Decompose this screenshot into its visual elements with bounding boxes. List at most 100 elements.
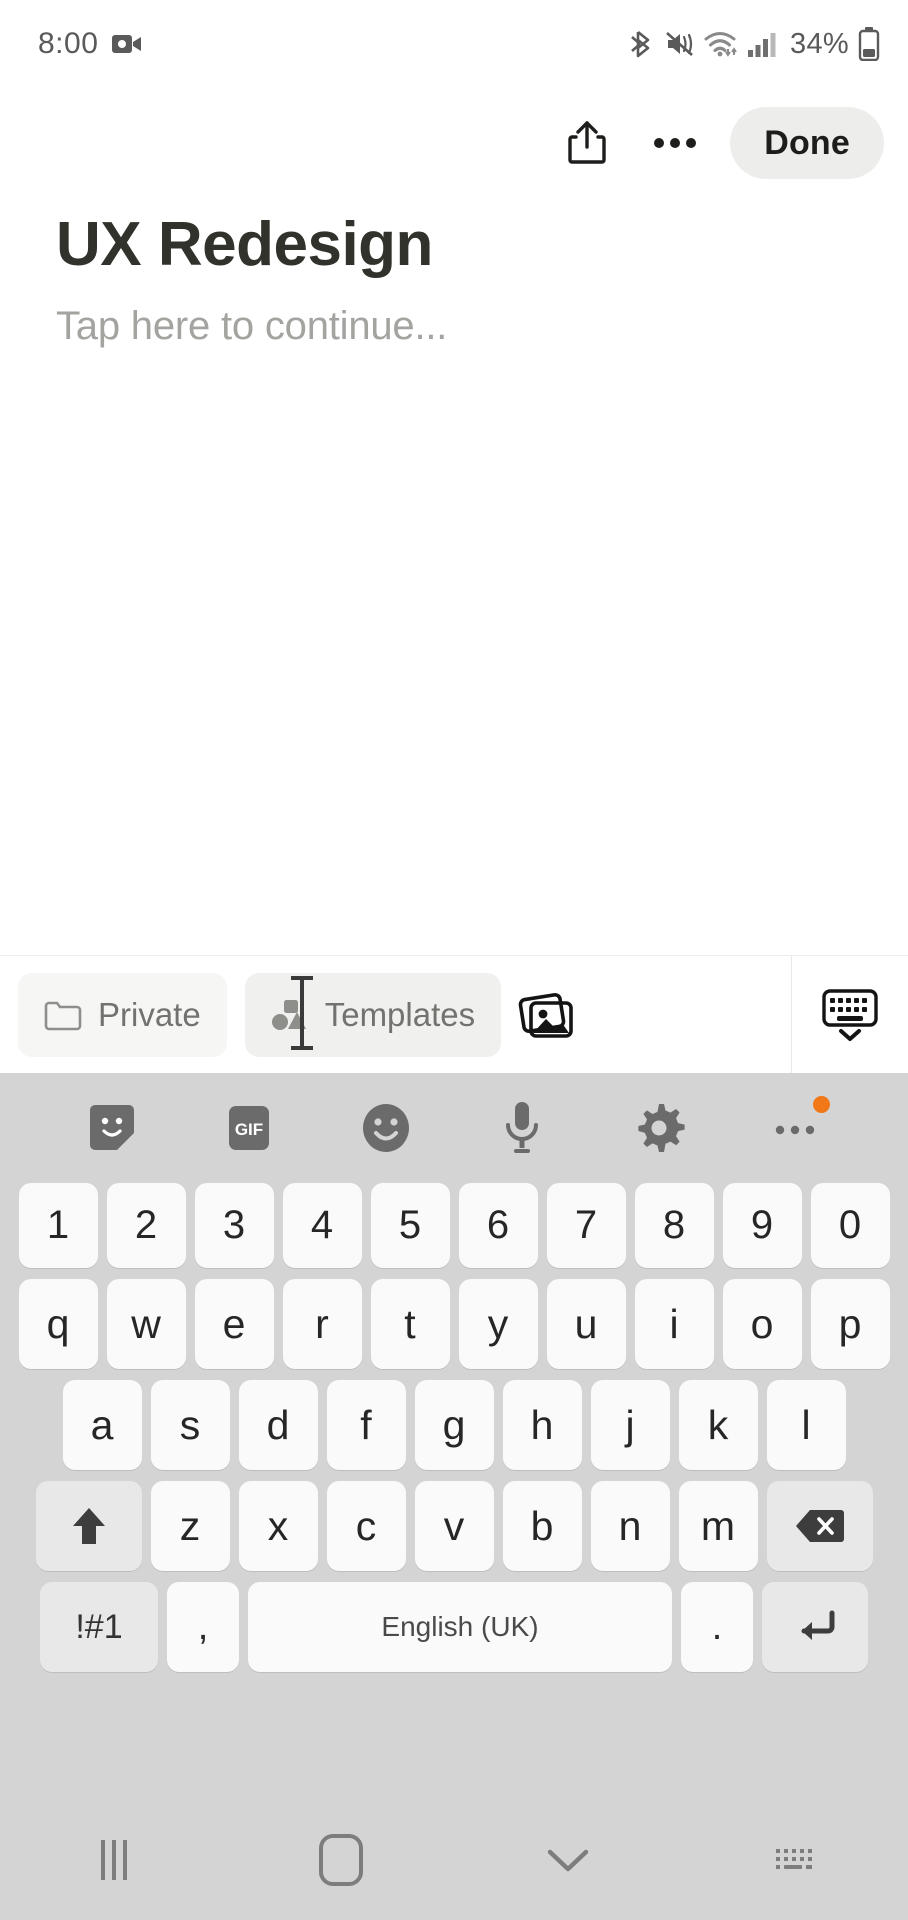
key-6[interactable]: 6 <box>458 1183 538 1268</box>
key-7[interactable]: 7 <box>546 1183 626 1268</box>
keyboard-row-numbers: 1 2 3 4 5 6 7 8 9 0 <box>6 1183 902 1268</box>
key-m[interactable]: m <box>678 1481 758 1571</box>
key-i[interactable]: i <box>634 1279 714 1369</box>
battery-percent-label: 34% <box>790 27 849 60</box>
symbols-key[interactable]: !#1 <box>40 1582 158 1672</box>
status-bar-right: 34% <box>630 27 880 61</box>
shift-key[interactable] <box>35 1481 142 1571</box>
keyboard-row-top: q w e r t y u i o p <box>6 1279 902 1369</box>
note-body[interactable]: UX Redesign Tap here to continue... <box>0 212 908 349</box>
key-0[interactable]: 0 <box>810 1183 890 1268</box>
more-options-icon <box>653 136 697 150</box>
key-u[interactable]: u <box>546 1279 626 1369</box>
settings-gear-icon <box>631 1100 687 1156</box>
emoji-icon <box>358 1100 414 1156</box>
status-bar-clock: 8:00 <box>38 27 99 60</box>
key-r[interactable]: r <box>282 1279 362 1369</box>
key-y[interactable]: y <box>458 1279 538 1369</box>
sticker-icon <box>86 1102 138 1154</box>
key-z[interactable]: z <box>150 1481 230 1571</box>
key-l[interactable]: l <box>766 1380 846 1470</box>
gallery-icon <box>518 987 580 1043</box>
wifi-icon <box>704 30 738 58</box>
home-icon <box>318 1834 363 1886</box>
key-8[interactable]: 8 <box>634 1183 714 1268</box>
enter-icon <box>792 1607 838 1647</box>
key-w[interactable]: w <box>106 1279 186 1369</box>
key-k[interactable]: k <box>678 1380 758 1470</box>
status-bar: 8:00 34% <box>0 0 908 88</box>
key-g[interactable]: g <box>414 1380 494 1470</box>
battery-icon <box>858 27 880 61</box>
key-h[interactable]: h <box>502 1380 582 1470</box>
action-bar: Done <box>0 88 908 198</box>
gallery-button[interactable] <box>501 967 597 1063</box>
keyboard-row-home: a s d f g h j k l <box>6 1380 902 1470</box>
key-9[interactable]: 9 <box>722 1183 802 1268</box>
emoji-button[interactable] <box>350 1092 422 1164</box>
sticker-button[interactable] <box>76 1092 148 1164</box>
hide-keyboard-button[interactable] <box>792 986 908 1044</box>
mute-icon <box>665 29 695 59</box>
keyboard-switcher-icon <box>773 1844 817 1876</box>
shift-icon <box>69 1504 109 1548</box>
key-o[interactable]: o <box>722 1279 802 1369</box>
keyboard-switcher-button[interactable] <box>681 1844 908 1876</box>
keyboard-toolbar: GIF <box>0 1073 908 1183</box>
key-s[interactable]: s <box>150 1380 230 1470</box>
attachment-toolbar: Private Templates <box>0 955 908 1074</box>
microphone-icon <box>502 1099 542 1157</box>
enter-key[interactable] <box>762 1582 868 1672</box>
templates-label: Templates <box>324 995 476 1033</box>
key-e[interactable]: e <box>194 1279 274 1369</box>
period-key[interactable]: . <box>681 1582 753 1672</box>
key-n[interactable]: n <box>590 1481 670 1571</box>
keyboard-more-icon <box>773 1121 819 1135</box>
key-d[interactable]: d <box>238 1380 318 1470</box>
key-4[interactable]: 4 <box>282 1183 362 1268</box>
microphone-button[interactable] <box>486 1092 558 1164</box>
note-placeholder[interactable]: Tap here to continue... <box>56 304 852 349</box>
keyboard-settings-button[interactable] <box>623 1092 695 1164</box>
phone-screen: 8:00 34% Done UX Redesign Tap here to co… <box>0 0 908 1920</box>
note-title[interactable]: UX Redesign <box>56 212 852 278</box>
key-b[interactable]: b <box>502 1481 582 1571</box>
key-f[interactable]: f <box>326 1380 406 1470</box>
done-button[interactable]: Done <box>730 107 884 179</box>
key-q[interactable]: q <box>18 1279 98 1369</box>
gif-button[interactable]: GIF <box>213 1092 285 1164</box>
video-recording-icon <box>112 33 142 55</box>
backspace-key[interactable] <box>766 1481 873 1571</box>
private-folder-chip[interactable]: Private <box>18 972 227 1057</box>
share-button[interactable] <box>548 104 626 182</box>
key-j[interactable]: j <box>590 1380 670 1470</box>
text-cursor-caret <box>291 976 313 1050</box>
onscreen-keyboard: GIF 1 2 3 4 5 6 7 8 9 0 q w e r t y u i … <box>0 1073 908 1800</box>
cellular-signal-icon <box>747 30 779 58</box>
hide-keyboard-icon <box>819 986 881 1044</box>
backspace-icon <box>794 1507 846 1545</box>
key-c[interactable]: c <box>326 1481 406 1571</box>
key-p[interactable]: p <box>810 1279 890 1369</box>
hide-keyboard-chevron-icon <box>544 1845 592 1875</box>
key-v[interactable]: v <box>414 1481 494 1571</box>
bluetooth-icon <box>630 29 656 59</box>
key-a[interactable]: a <box>62 1380 142 1470</box>
more-options-button[interactable] <box>636 104 714 182</box>
back-button[interactable] <box>454 1845 681 1875</box>
key-5[interactable]: 5 <box>370 1183 450 1268</box>
space-key[interactable]: English (UK) <box>248 1582 672 1672</box>
status-bar-left: 8:00 <box>38 27 142 61</box>
recent-apps-icon <box>100 1840 127 1880</box>
key-x[interactable]: x <box>238 1481 318 1571</box>
key-3[interactable]: 3 <box>194 1183 274 1268</box>
templates-chip[interactable]: Templates <box>244 972 502 1057</box>
key-1[interactable]: 1 <box>18 1183 98 1268</box>
keyboard-more-button[interactable] <box>760 1092 832 1164</box>
key-2[interactable]: 2 <box>106 1183 186 1268</box>
home-button[interactable] <box>227 1834 454 1886</box>
done-button-label: Done <box>764 123 850 162</box>
key-t[interactable]: t <box>370 1279 450 1369</box>
recent-apps-button[interactable] <box>0 1840 227 1880</box>
comma-key[interactable]: , <box>167 1582 239 1672</box>
